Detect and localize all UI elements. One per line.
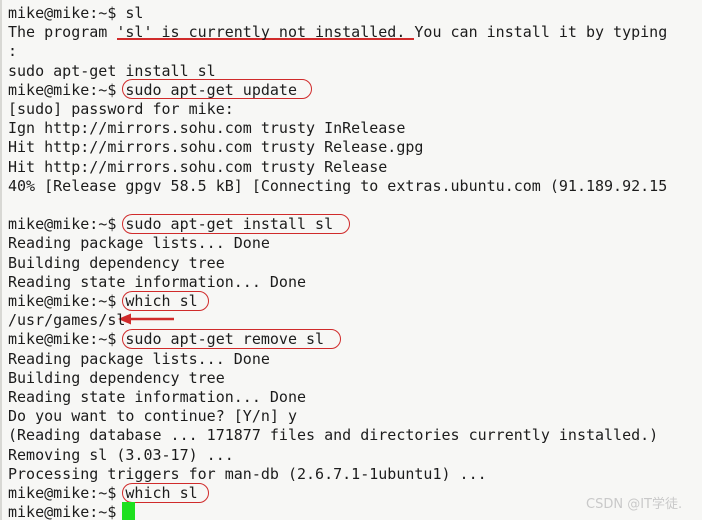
- annotation-arrow-left: [117, 313, 174, 325]
- window-left-edge: [0, 0, 2, 520]
- terminal-window[interactable]: /* Recompute line offsets: 27 rows over …: [0, 0, 702, 520]
- terminal-line: The program 'sl' is currently not instal…: [8, 23, 668, 42]
- watermark-text: CSDN @IT学徒.: [586, 497, 683, 512]
- terminal-line: 40% [Release gpgv 58.5 kB] [Connecting t…: [8, 176, 668, 195]
- terminal-line: mike@mike:~$: [8, 503, 126, 520]
